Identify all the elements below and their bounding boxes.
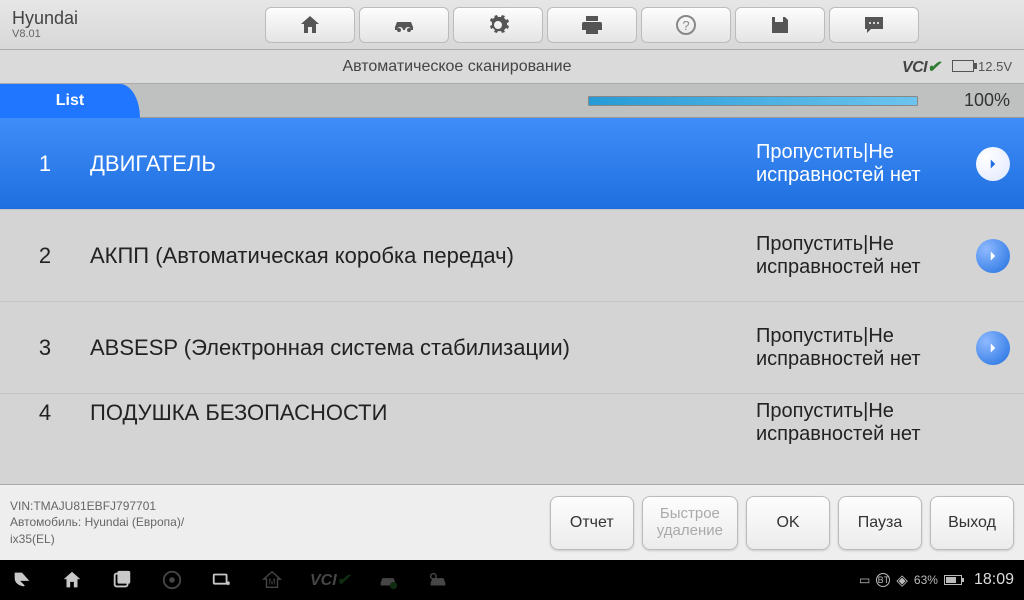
bottom-bar: VIN:TMAJU81EBFJ797701 Автомобиль: Hyunda… [0,484,1024,560]
pause-button[interactable]: Пауза [838,496,922,550]
vci-status: VCI✔ [902,57,940,77]
print-button[interactable] [547,7,637,43]
progress-percent: 100% [964,90,1010,111]
row-system: ПОДУШКА БЕЗОПАСНОСТИ [90,394,756,426]
nav-icons-left: M VCI✔ [10,569,450,591]
car-check-icon[interactable] [376,569,400,591]
battery-icon [952,58,978,76]
chevron-right-icon[interactable] [976,331,1010,365]
row-status: Пропустить|Не исправностей нет [756,325,976,371]
top-toolbar: Hyundai V8.01 ? [0,0,1024,50]
list-item[interactable]: 2 АКПП (Автоматическая коробка передач) … [0,210,1024,302]
row-index: 3 [0,335,90,361]
row-index: 2 [0,243,90,269]
list-item[interactable]: 4 ПОДУШКА БЕЗОПАСНОСТИ Пропустить|Не исп… [0,394,1024,434]
row-index: 1 [0,151,90,177]
chevron-right-icon[interactable] [976,239,1010,273]
system-list[interactable]: 1 ДВИГАТЕЛЬ Пропустить|Не исправностей н… [0,118,1024,484]
message-icon: ▭ [859,573,870,587]
row-system: АКПП (Автоматическая коробка передач) [90,243,756,269]
vehicle-info: VIN:TMAJU81EBFJ797701 Автомобиль: Hyunda… [10,498,542,547]
row-status: Пропустить|Не исправностей нет [756,394,976,446]
battery-percent: 63% [914,573,938,587]
row-system: ABSESP (Электронная система стабилизации… [90,335,756,361]
help-button[interactable]: ? [641,7,731,43]
progress-bar [588,96,918,106]
status-icons: ▭ BT ◈ 63% 18:09 [859,571,1014,589]
svg-text:?: ? [682,18,689,33]
brand-version: V8.01 [12,28,166,40]
clock: 18:09 [974,571,1014,589]
page-title: Автоматическое сканирование [12,58,902,76]
toolbar-buttons: ? [166,7,1018,43]
screenshot-icon[interactable] [210,569,234,591]
chevron-right-icon[interactable] [976,147,1010,181]
home-icon[interactable] [60,569,84,591]
row-index: 4 [0,394,90,426]
row-system: ДВИГАТЕЛЬ [90,151,756,177]
ok-button[interactable]: OK [746,496,830,550]
wifi-icon: ◈ [896,571,908,589]
sub-header: Автоматическое сканирование VCI✔ 12.5V [0,50,1024,84]
row-status: Пропустить|Не исправностей нет [756,141,976,187]
tab-list[interactable]: List [0,84,140,118]
feedback-button[interactable] [829,7,919,43]
back-icon[interactable] [10,569,34,591]
list-item[interactable]: 3 ABSESP (Электронная система стабилизац… [0,302,1024,394]
row-status: Пропустить|Не исправностей нет [756,233,976,279]
list-item[interactable]: 1 ДВИГАТЕЛЬ Пропустить|Не исправностей н… [0,118,1024,210]
m-app-icon[interactable]: M [260,569,284,591]
chrome-icon[interactable] [160,569,184,591]
car-service-icon[interactable] [426,569,450,591]
vci-nav-icon[interactable]: VCI✔ [310,570,350,590]
battery-nav-icon [944,575,962,585]
save-button[interactable] [735,7,825,43]
quick-erase-button[interactable]: Быстроеудаление [642,496,738,550]
brand-block: Hyundai V8.01 [6,9,166,41]
brand-name: Hyundai [12,9,166,29]
exit-button[interactable]: Выход [930,496,1014,550]
bt-icon: BT [876,573,890,587]
model-label: ix35(EL) [10,531,542,547]
android-navbar: M VCI✔ ▭ BT ◈ 63% 18:09 [0,560,1024,600]
progress-row: List 100% [0,84,1024,118]
recent-apps-icon[interactable] [110,569,134,591]
vehicle-button[interactable] [359,7,449,43]
voltage-label: 12.5V [978,59,1012,74]
report-button[interactable]: Отчет [550,496,634,550]
vin-label: VIN:TMAJU81EBFJ797701 [10,498,542,514]
home-button[interactable] [265,7,355,43]
svg-text:M: M [269,578,276,587]
settings-button[interactable] [453,7,543,43]
vehicle-label: Автомобиль: Hyundai (Европа)/ [10,514,542,530]
